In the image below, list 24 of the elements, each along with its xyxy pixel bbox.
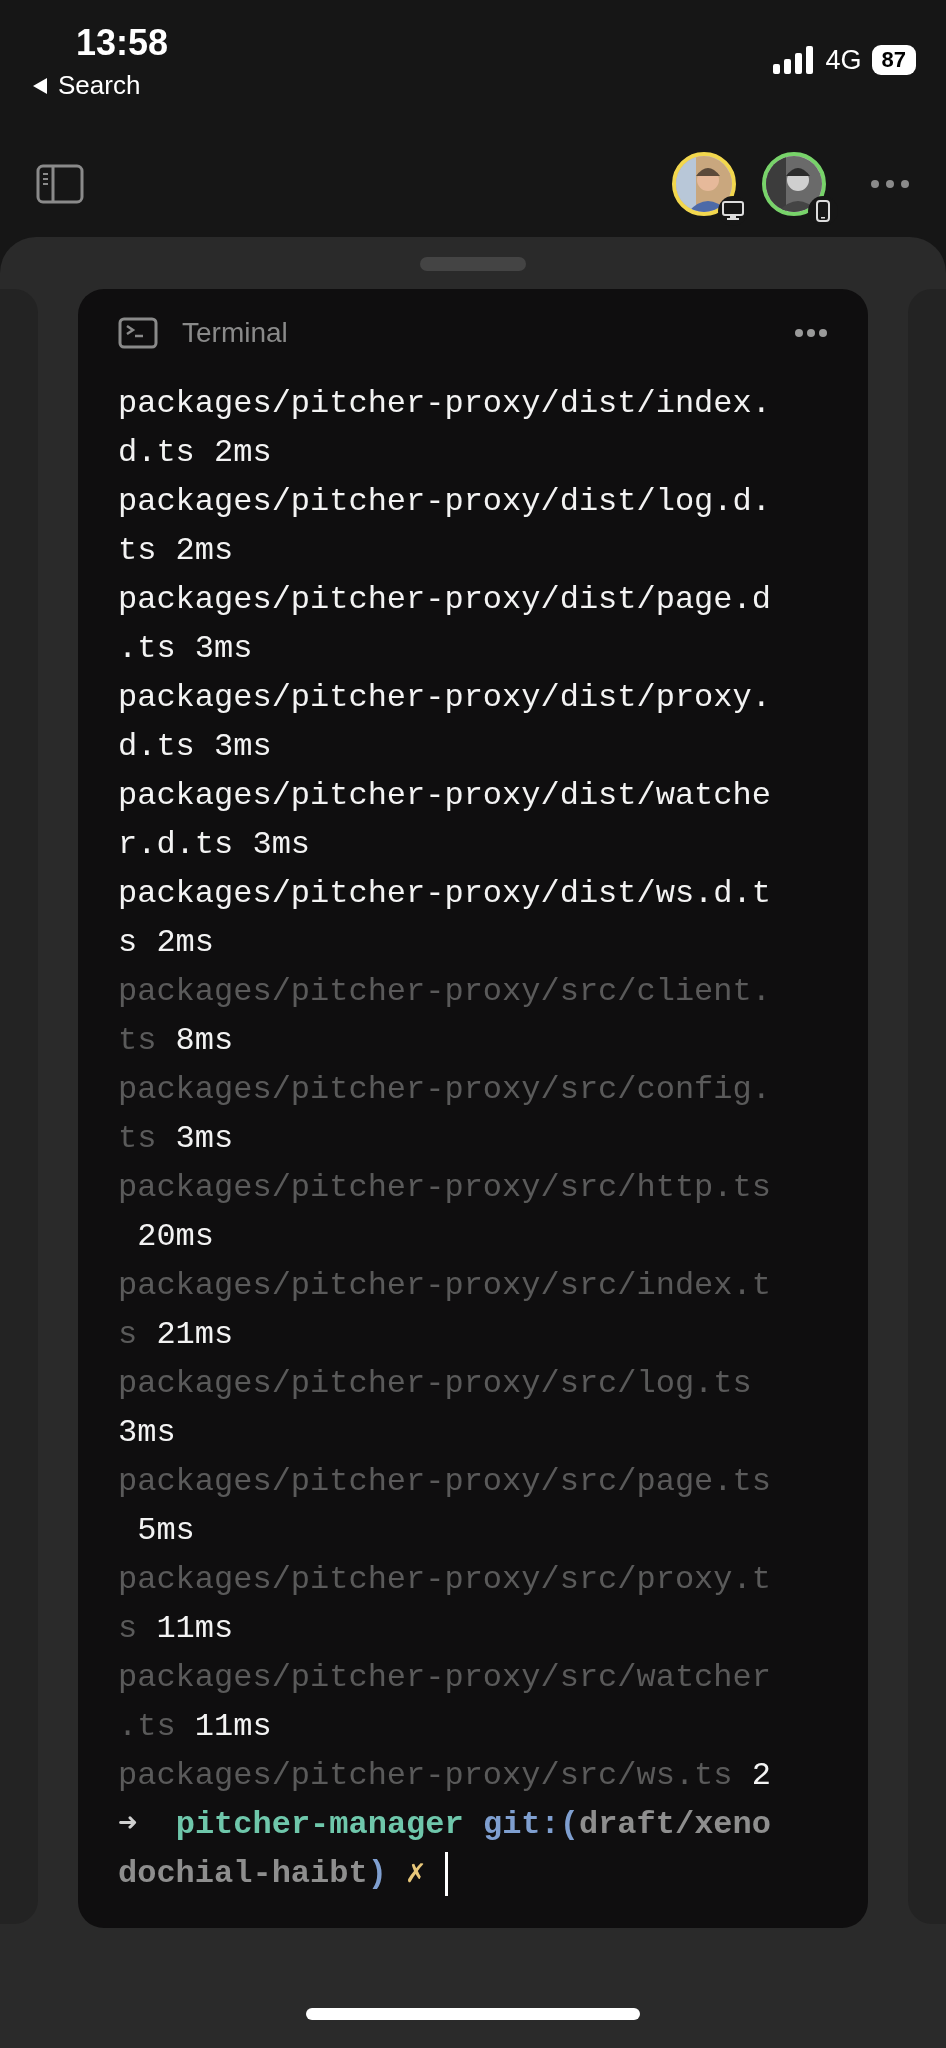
terminal-icon [118,317,158,349]
terminal-line: packages/pitcher-proxy/src/client.ts 8ms [118,972,772,1061]
terminal-line: packages/pitcher-proxy/src/log.ts 3ms [118,1364,753,1453]
signal-icon [773,46,816,74]
battery-level: 87 [871,45,916,75]
more-icon[interactable] [794,328,828,338]
terminal-line: packages/pitcher-proxy/src/watcher.ts 11ms [118,1658,772,1747]
network-label: 4G [825,44,862,76]
terminal-line: packages/pitcher-proxy/src/ws.ts 2 [118,1756,772,1796]
terminal-line: packages/pitcher-proxy/src/index.ts 21ms [118,1266,772,1355]
phone-icon [816,199,830,222]
terminal-line: packages/pitcher-proxy/src/config.ts 3ms [118,1070,772,1159]
sidebar-icon[interactable] [36,163,84,204]
monitor-icon [722,200,744,221]
more-icon[interactable] [870,178,910,189]
panel-title: Terminal [182,317,288,349]
terminal-line: packages/pitcher-proxy/src/page.ts 5ms [118,1462,772,1551]
back-link[interactable]: Search [30,70,141,101]
terminal-line: packages/pitcher-proxy/dist/ws.d.ts 2ms [118,874,772,963]
sheet-handle[interactable] [420,257,526,271]
terminal-line: packages/pitcher-proxy/src/http.ts 20ms [118,1168,772,1257]
terminal-prompt: ➜ pitcher-manager git:(draft/xenodochial-haibt) ✗ [118,1800,772,1898]
clock-time: 13:58 [76,22,169,64]
terminal-line: packages/pitcher-proxy/src/proxy.ts 11ms [118,1560,772,1649]
